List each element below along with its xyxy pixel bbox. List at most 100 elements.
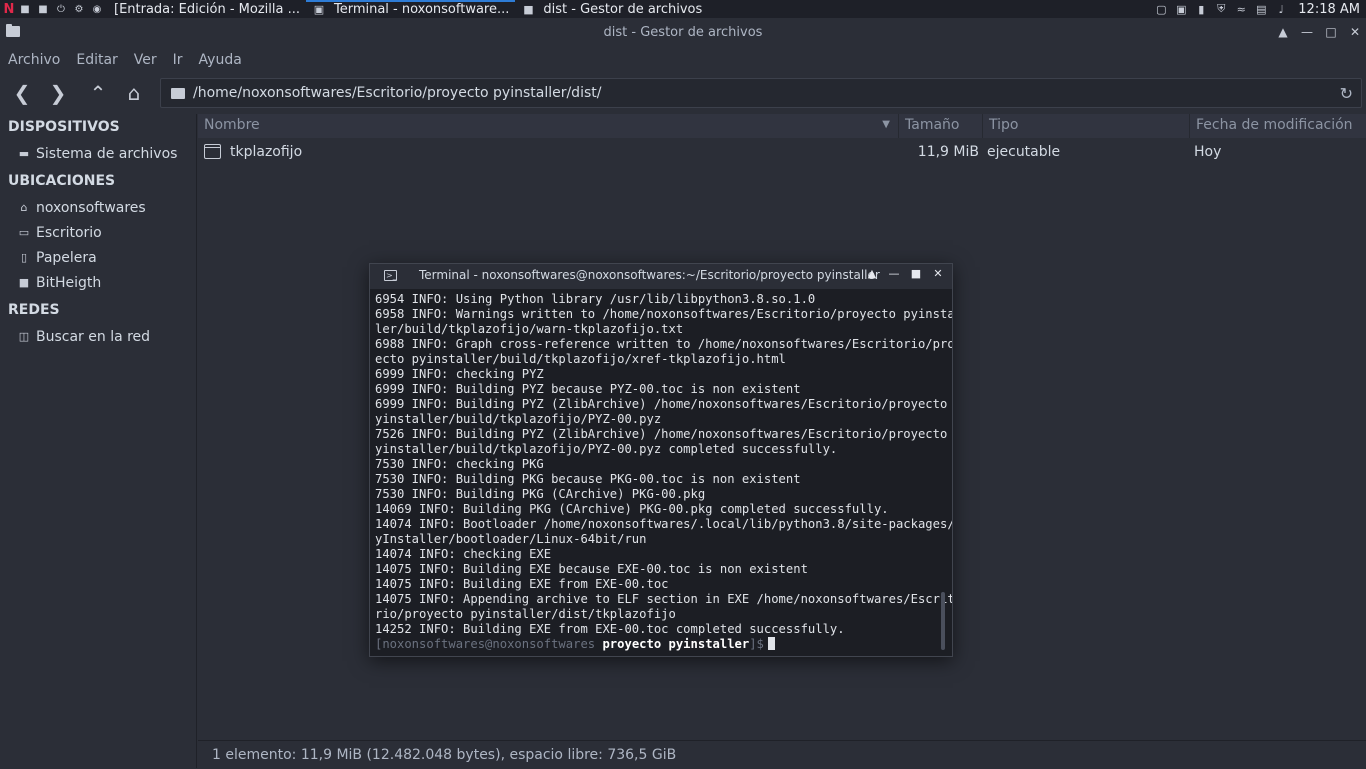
terminal-line: 14252 INFO: Building EXE from EXE-00.toc… <box>375 622 845 636</box>
terminal-titlebar[interactable]: >_ Terminal - noxonsoftwares@noxonsoftwa… <box>370 264 952 289</box>
terminal-line: 6988 INFO: Graph cross-reference written… <box>375 337 952 351</box>
volume-icon[interactable]: ♩ <box>1274 2 1288 16</box>
launcher-logo[interactable]: N <box>2 2 16 17</box>
terminal-window[interactable]: >_ Terminal - noxonsoftwares@noxonsoftwa… <box>369 263 953 657</box>
folder-icon: ■ <box>18 276 30 289</box>
terminal-title: Terminal - noxonsoftwares@noxonsoftwares… <box>419 268 880 282</box>
minimize-icon[interactable]: — <box>1300 25 1314 39</box>
shield-icon[interactable]: ⛨ <box>1214 2 1228 16</box>
column-size[interactable]: Tamaño <box>899 114 983 138</box>
terminal-line: 14075 INFO: Building EXE because EXE-00.… <box>375 562 808 576</box>
terminal-line: 14074 INFO: checking EXE <box>375 547 552 561</box>
folder-icon: ■ <box>523 2 534 16</box>
file-name: tkplazofijo <box>230 144 303 160</box>
file-modified: Hoy <box>1194 144 1222 160</box>
folder-icon[interactable]: ■ <box>18 2 32 16</box>
file-size: 11,9 MiB <box>917 144 979 160</box>
terminal-prompt[interactable]: [noxonsoftwares@noxonsoftwares proyecto … <box>375 637 952 652</box>
folder-icon[interactable]: ■ <box>36 2 50 16</box>
terminal-line: 6954 INFO: Using Python library /usr/lib… <box>375 292 816 306</box>
terminal-icon[interactable]: ▣ <box>1174 2 1188 16</box>
task-firefox-label: [Entrada: Edición - Mozilla ... <box>114 1 300 17</box>
shade-icon[interactable]: ▲ <box>866 267 878 280</box>
terminal-window-controls: ▲ — ■ ✕ <box>866 267 944 280</box>
terminal-output[interactable]: 6954 INFO: Using Python library /usr/lib… <box>370 291 952 654</box>
sidebar-item-filesystem[interactable]: ▬ Sistema de archivos <box>0 141 196 166</box>
terminal-line: 14075 INFO: Appending archive to ELF sec… <box>375 592 952 606</box>
column-type[interactable]: Tipo <box>983 114 1190 138</box>
sidebar-heading-devices: DISPOSITIVOS <box>8 119 120 135</box>
window-controls: ▲ — □ ✕ <box>1276 18 1362 46</box>
sort-down-icon: ▼ <box>882 119 890 130</box>
terminal-line: ecto pyinstaller/build/tkplazofijo/xref-… <box>375 352 786 366</box>
network-icon: ◫ <box>18 330 30 343</box>
menu-ayuda[interactable]: Ayuda <box>199 52 242 68</box>
battery-icon[interactable]: ▮ <box>1194 2 1208 16</box>
back-icon[interactable]: ❮ <box>4 78 40 108</box>
status-bar: 1 elemento: 11,9 MiB (12.482.048 bytes),… <box>198 740 1366 768</box>
display-icon[interactable]: ▢ <box>1154 2 1168 16</box>
menu-archivo[interactable]: Archivo <box>8 52 60 68</box>
column-modified[interactable]: Fecha de modificación <box>1190 114 1366 138</box>
maximize-icon[interactable]: ■ <box>910 267 922 280</box>
location-path: /home/noxonsoftwares/Escritorio/proyecto… <box>193 85 602 101</box>
file-type: ejecutable <box>987 144 1061 160</box>
terminal-cursor <box>767 637 775 650</box>
terminal-line: 6999 INFO: Building PYZ because PYZ-00.t… <box>375 382 801 396</box>
column-name-label: Nombre <box>204 117 260 133</box>
menu-editar[interactable]: Editar <box>76 52 117 68</box>
home-icon[interactable]: ⌂ <box>116 78 152 108</box>
clipboard-icon[interactable]: ▤ <box>1254 2 1268 16</box>
up-icon[interactable]: ⌃ <box>80 78 116 108</box>
menu-ver[interactable]: Ver <box>134 52 157 68</box>
sidebar-item-home[interactable]: ⌂ noxonsoftwares <box>0 195 196 220</box>
close-icon[interactable]: ✕ <box>932 267 944 280</box>
top-panel: N ■ ■ ⏻ ⚙ ◉ [Entrada: Edición - Mozilla … <box>0 0 1366 18</box>
window-title: dist - Gestor de archivos <box>603 24 763 40</box>
sidebar-item-label: Escritorio <box>36 224 102 241</box>
close-icon[interactable]: ✕ <box>1348 25 1362 39</box>
forward-icon[interactable]: ❯ <box>40 78 76 108</box>
terminal-scrollbar[interactable] <box>941 592 945 650</box>
system-tray: ▢ ▣ ▮ ⛨ ≈ ▤ ♩ 12:18 AM <box>1154 0 1360 18</box>
toolbar: ❮ ❯ ⌃ ⌂ /home/noxonsoftwares/Escritorio/… <box>0 76 1366 110</box>
terminal-line: yinstaller/build/tkplazofijo/PYZ-00.pyz … <box>375 442 838 456</box>
column-name[interactable]: Nombre ▼ <box>198 114 899 138</box>
terminal-line: 14074 INFO: Bootloader /home/noxonsoftwa… <box>375 517 952 531</box>
task-terminal[interactable]: ▣ Terminal - noxonsoftware... <box>305 0 516 18</box>
home-icon: ⌂ <box>20 201 28 214</box>
task-terminal-label: Terminal - noxonsoftware... <box>333 1 510 17</box>
sidebar-item-label: noxonsoftwares <box>36 199 146 216</box>
location-bar[interactable]: /home/noxonsoftwares/Escritorio/proyecto… <box>160 78 1362 108</box>
sidebar-item-bitheigth[interactable]: ■ BitHeigth <box>0 270 196 295</box>
terminal-line: 6999 INFO: Building PYZ (ZlibArchive) /h… <box>375 397 952 411</box>
task-firefox[interactable]: [Entrada: Edición - Mozilla ... <box>108 0 306 18</box>
settings-icon[interactable]: ⚙ <box>72 2 86 16</box>
trash-icon: ▯ <box>20 251 28 264</box>
executable-icon <box>204 144 221 159</box>
terminal-line: 6999 INFO: checking PYZ <box>375 367 544 381</box>
shade-icon[interactable]: ▲ <box>1276 25 1290 39</box>
sidebar-item-trash[interactable]: ▯ Papelera <box>0 245 196 270</box>
file-row[interactable]: tkplazofijo 11,9 MiB ejecutable Hoy <box>198 140 1366 164</box>
prompt-end: ]$ <box>749 637 764 651</box>
maximize-icon[interactable]: □ <box>1324 25 1338 39</box>
sidebar-item-network[interactable]: ◫ Buscar en la red <box>0 324 196 349</box>
sidebar-item-label: BitHeigth <box>36 274 102 291</box>
sidebar-item-desktop[interactable]: ▭ Escritorio <box>0 220 196 245</box>
firefox-icon[interactable]: ◉ <box>90 2 104 16</box>
terminal-line: 7526 INFO: Building PYZ (ZlibArchive) /h… <box>375 427 952 441</box>
refresh-icon[interactable]: ↻ <box>1340 84 1353 103</box>
menu-ir[interactable]: Ir <box>173 52 183 68</box>
task-file-manager[interactable]: ■ dist - Gestor de archivos <box>515 0 708 18</box>
sidebar-heading-places: UBICACIONES <box>8 173 116 189</box>
terminal-icon: >_ <box>384 270 397 281</box>
sidebar-item-label: Papelera <box>36 249 97 266</box>
prompt-user: [noxonsoftwares@noxonsoftwares <box>375 637 596 651</box>
power-icon[interactable]: ⏻ <box>54 2 68 16</box>
window-titlebar[interactable]: dist - Gestor de archivos ▲ — □ ✕ <box>0 18 1366 46</box>
wifi-icon[interactable]: ≈ <box>1234 2 1248 16</box>
minimize-icon[interactable]: — <box>888 267 900 280</box>
clock[interactable]: 12:18 AM <box>1298 2 1360 17</box>
terminal-line: ler/build/tkplazofijo/warn-tkplazofijo.t… <box>375 322 684 336</box>
